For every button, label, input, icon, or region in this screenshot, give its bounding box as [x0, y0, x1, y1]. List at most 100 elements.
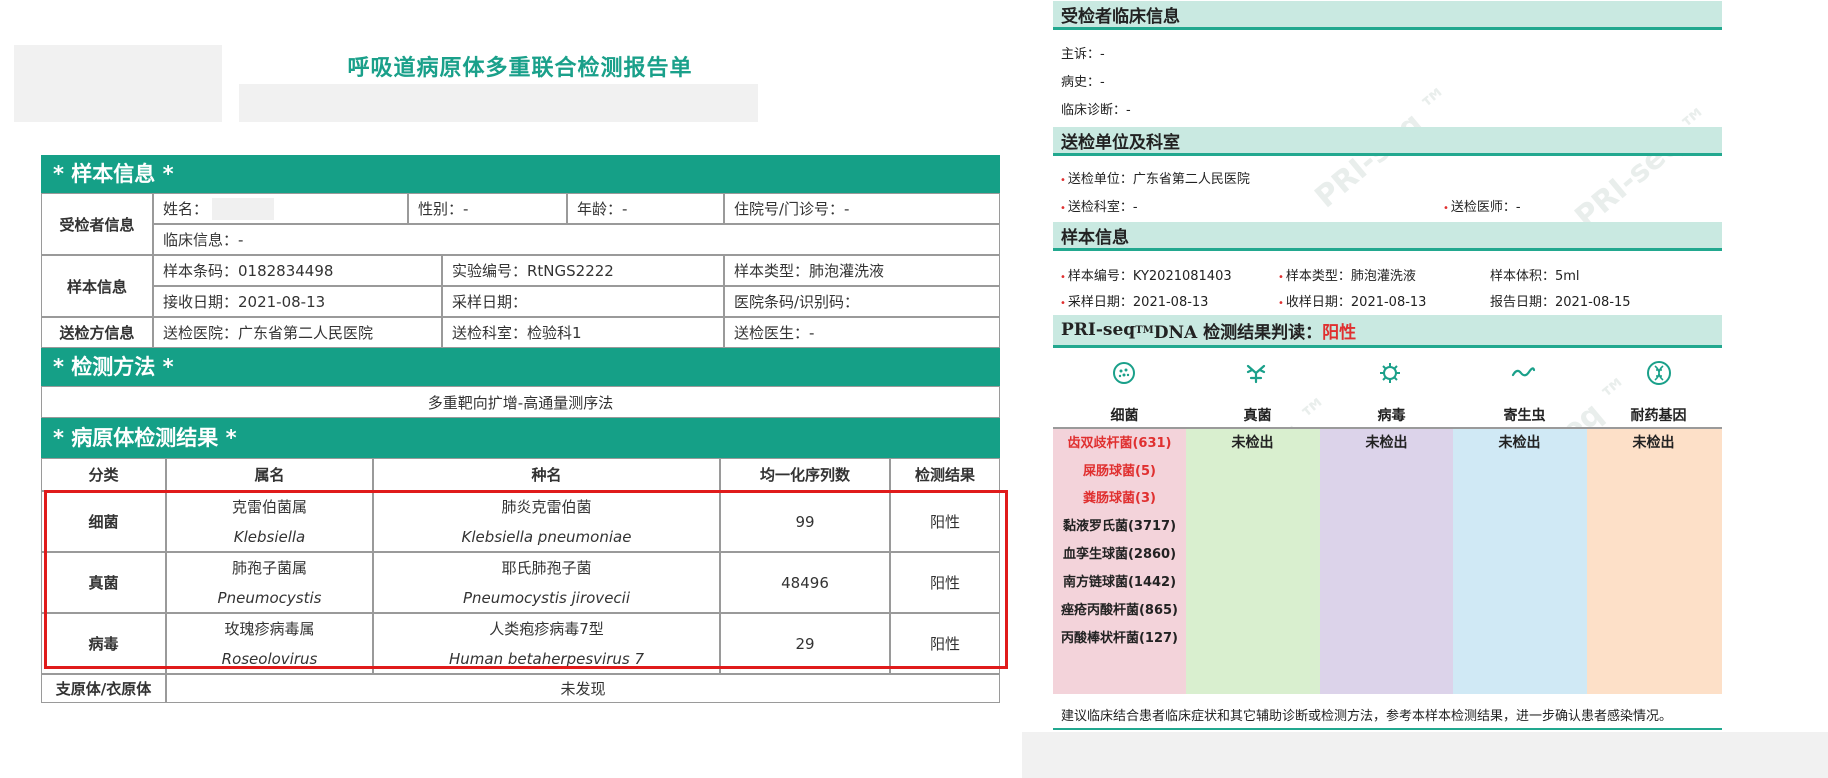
patient-age: 年龄：-	[567, 193, 724, 224]
species-latin: Human betaherpesvirus 7	[449, 649, 644, 668]
sample-no: • 样本编号：KY2021081403	[1060, 265, 1232, 284]
list-item: 丙酸棒状杆菌(127)	[1060, 631, 1179, 646]
sender-dept: • 送检科室：-	[1060, 196, 1138, 215]
species-latin: Klebsiella pneumoniae	[461, 527, 632, 546]
footnote: 建议临床结合患者临床症状和其它辅助诊断或检测方法，参考本样本检测结果，进一步确认…	[1061, 709, 1673, 724]
bullet-icon: •	[1060, 175, 1066, 186]
receive-date-text: 收样日期：2021-08-13	[1285, 295, 1427, 310]
mycoplasma-label: 支原体/衣原体	[41, 674, 166, 703]
sender-hospital: 送检医院：广东省第二人民医院	[153, 317, 442, 348]
table-row-result: 阳性	[890, 613, 1000, 674]
patient-hospital-no: 住院号/门诊号：-	[724, 193, 1000, 224]
patient-name: 姓名：	[153, 193, 408, 224]
category-resistance: 耐药基因	[1630, 408, 1687, 424]
sample-volume: 样本体积：5ml	[1490, 269, 1580, 284]
report-date: 报告日期：2021-08-15	[1490, 295, 1631, 310]
chief-complaint: 主诉：-	[1061, 47, 1105, 62]
table-row-category: 真菌	[41, 552, 166, 613]
result-head-tm: TM	[1135, 324, 1154, 336]
mycoplasma-value: 未发现	[166, 674, 1000, 703]
species-cn: 人类疱疹病毒7型	[489, 619, 604, 638]
species-cn: 耶氏肺孢子菌	[501, 558, 592, 577]
sample-group-label: 样本信息	[41, 255, 153, 317]
table-row-reads: 99	[720, 491, 890, 552]
subtitle-placeholder	[239, 84, 758, 122]
list-item: 血孪生球菌(2860)	[1062, 547, 1177, 562]
watermark: PRI-seq ™	[1568, 99, 1721, 236]
bottom-rule	[1053, 728, 1722, 730]
section-results: * 病原体检测结果 *	[41, 418, 1000, 458]
list-item: 痤疮丙酸杆菌(865)	[1060, 603, 1179, 618]
sender-doctor: 送检医生：-	[724, 317, 1000, 348]
method-text: 多重靶向扩增-高通量测序法	[41, 386, 1000, 418]
sender-doctor-text: 送检医师：-	[1450, 200, 1521, 215]
table-row-genus: 玫瑰疹病毒属 Roseolovirus	[166, 613, 373, 674]
collect-date-text: 采样日期：2021-08-13	[1067, 295, 1209, 310]
fungus-not-detected: 未检出	[1231, 435, 1274, 451]
list-item: 粪肠球菌(3)	[1083, 491, 1156, 506]
sample-hospital-barcode: 医院条码/识别码：	[724, 286, 1000, 317]
sender-group-label: 送检方信息	[41, 317, 153, 348]
bacteria-icon	[1113, 362, 1135, 384]
column-parasite	[1453, 429, 1587, 694]
fungus-icon	[1246, 364, 1266, 384]
sender-unit: • 送检单位：广东省第二人民医院	[1060, 168, 1250, 187]
parasite-not-detected: 未检出	[1498, 435, 1541, 451]
list-item: 黏液罗氏菌(3717)	[1062, 519, 1177, 534]
table-row-reads: 29	[720, 613, 890, 674]
sender-doctor: • 送检医师：-	[1443, 196, 1521, 215]
virus-not-detected: 未检出	[1365, 435, 1408, 451]
result-head-b: DNA 检测结果判读：	[1153, 322, 1323, 343]
genus-latin: Klebsiella	[233, 527, 306, 546]
header-category: 分类	[41, 458, 166, 491]
table-row-category: 细菌	[41, 491, 166, 552]
header-species: 种名	[373, 458, 720, 491]
dna-icon	[1647, 361, 1671, 385]
bottom-placeholder	[1022, 732, 1828, 778]
bullet-icon: •	[1278, 298, 1284, 309]
header-genus: 属名	[166, 458, 373, 491]
sample-no-text: 样本编号：KY2021081403	[1067, 269, 1232, 284]
result-head-a: PRI-seq	[1061, 320, 1136, 340]
genus-cn: 肺孢子菌属	[231, 558, 307, 577]
sample-lab-no: 实验编号：RtNGS2222	[442, 255, 724, 286]
genus-cn: 克雷伯菌属	[231, 497, 307, 516]
table-row-result: 阳性	[890, 491, 1000, 552]
sample-head: 样本信息	[1053, 222, 1722, 251]
table-row-genus: 克雷伯菌属 Klebsiella	[166, 491, 373, 552]
sender-dept: 送检科室：检验科1	[442, 317, 724, 348]
resistance-not-detected: 未检出	[1632, 435, 1675, 451]
category-bacteria: 细菌	[1110, 408, 1139, 424]
category-fungus: 真菌	[1243, 408, 1272, 424]
logo-placeholder	[14, 45, 222, 122]
sample-received: 接收日期：2021-08-13	[153, 286, 442, 317]
section-sample-info: * 样本信息 *	[41, 155, 1000, 193]
table-row-result: 阳性	[890, 552, 1000, 613]
bullet-icon: •	[1060, 203, 1066, 214]
name-redacted	[212, 197, 275, 220]
genus-cn: 玫瑰疹病毒属	[224, 619, 315, 638]
header-reads: 均一化序列数	[720, 458, 890, 491]
list-item: 南方链球菌(1442)	[1062, 575, 1177, 590]
sample-barcode: 样本条码：0182834498	[153, 255, 442, 286]
medical-history: 病史：-	[1061, 75, 1105, 90]
virus-icon	[1380, 363, 1400, 383]
sample-type-r: • 样本类型：肺泡灌洗液	[1278, 265, 1416, 284]
sender-head: 送检单位及科室	[1053, 127, 1722, 156]
category-parasite: 寄生虫	[1503, 408, 1546, 424]
column-resistance	[1587, 429, 1722, 694]
clinical-diagnosis: 临床诊断：-	[1061, 103, 1131, 118]
collect-date: • 采样日期：2021-08-13	[1060, 291, 1208, 310]
receive-date: • 收样日期：2021-08-13	[1278, 291, 1426, 310]
patient-clinical: 临床信息：-	[153, 224, 1000, 255]
genus-latin: Roseolovirus	[221, 649, 318, 668]
clinical-info-head: 受检者临床信息	[1053, 1, 1722, 30]
sample-type: 样本类型：肺泡灌洗液	[724, 255, 1000, 286]
report-title: 呼吸道病原体多重联合检测报告单	[347, 56, 693, 81]
bullet-icon: •	[1060, 272, 1066, 283]
column-fungus	[1186, 429, 1320, 694]
table-row-category: 病毒	[41, 613, 166, 674]
table-row-species: 人类疱疹病毒7型 Human betaherpesvirus 7	[373, 613, 720, 674]
list-item: 齿双歧杆菌(631)	[1067, 436, 1172, 451]
list-item: 屎肠球菌(5)	[1083, 464, 1156, 479]
